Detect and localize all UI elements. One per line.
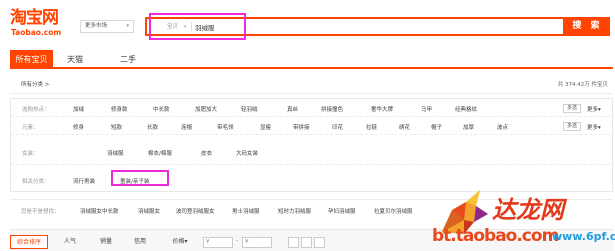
breadcrumb[interactable]: 所有分类 >	[21, 80, 49, 88]
header: 淘宝网 Taobao.com 更多市场 ▾ 宝贝 ▾ 搜 索	[0, 0, 615, 44]
logo-sub: Taobao.com	[11, 28, 62, 37]
filter-option[interactable]: 马甲	[421, 105, 432, 113]
related-search-link[interactable]: 羽绒服女	[138, 207, 160, 215]
sort-sales[interactable]: 销量	[96, 235, 116, 249]
more-button[interactable]: 更多▾	[587, 105, 601, 113]
filter-option[interactable]: 加绒	[73, 105, 84, 113]
filter-option[interactable]: 印花	[332, 123, 343, 131]
sort-popularity[interactable]: 人气	[60, 235, 80, 249]
search-type-label: 宝贝	[167, 24, 179, 30]
filter-option[interactable]: 带拼接	[293, 123, 310, 131]
more-market-dropdown[interactable]: 更多市场 ▾	[80, 20, 134, 33]
price-dash: -	[236, 237, 239, 244]
watermark-brand: 达龙网	[492, 195, 564, 224]
multi-select-button[interactable]: 多选	[563, 122, 582, 131]
price-max-input[interactable]: ¥	[242, 237, 272, 248]
filter-option[interactable]: 短款	[111, 123, 122, 131]
related-label: 您是不是想找：	[21, 209, 60, 215]
filter-option[interactable]: 加肥加大	[195, 105, 217, 113]
search-button[interactable]: 搜 索	[565, 17, 610, 36]
watermark-site: bt.taobao.com	[432, 226, 559, 246]
filter-panel: 选购热点： 加绒 修身款 中长款 加肥加大 轻羽绒 真丝 拼接撞色 奢华大牌 马…	[10, 98, 613, 192]
search-type-select[interactable]: 宝贝 ▾	[167, 22, 187, 32]
result-count: 共 374.42万 件宝贝	[557, 82, 608, 88]
sort-default[interactable]: 综合排序	[10, 235, 48, 249]
filter-option[interactable]: 棉衣/棉服	[148, 149, 172, 157]
filter-option[interactable]: 奢华大牌	[371, 105, 393, 113]
related-search-link[interactable]: 拉夏贝尔羽绒服	[374, 207, 413, 215]
filter-option[interactable]: 长款	[147, 123, 158, 131]
breadcrumb-row: 所有分类 > 共 374.42万 件宝贝	[10, 76, 613, 94]
related-search-link[interactable]: 短时力羽绒服	[278, 207, 311, 215]
filter-option[interactable]: 拼接撞色	[321, 105, 343, 113]
watermark-url: www.6pf.cn	[552, 230, 615, 243]
filter-option[interactable]: 显瘦	[260, 123, 271, 131]
filter-label: 元素：	[22, 125, 39, 131]
search-divider	[191, 22, 192, 31]
filter-row-hot: 选购热点： 加绒 修身款 中长款 加肥加大 轻羽绒 真丝 拼接撞色 奢华大牌 马…	[11, 99, 612, 117]
more-market-label: 更多市场	[85, 23, 108, 29]
filter-label: 相关分类：	[22, 179, 50, 185]
filter-option[interactable]: 绣花	[399, 123, 410, 131]
filter-row-womens: 女装： 羽绒服 棉衣/棉服 皮衣 大码女装	[11, 139, 612, 165]
filter-option[interactable]: 带毛领	[217, 123, 234, 131]
filter-option[interactable]: 真丝	[287, 105, 298, 113]
more-label: 更多	[587, 125, 599, 131]
sort-price[interactable]: 价格▾	[162, 235, 198, 249]
multi-select-button[interactable]: 多选	[563, 104, 582, 113]
filter-option[interactable]: 拉链	[366, 123, 377, 131]
search-input[interactable]	[195, 21, 555, 32]
filter-row-element: 元素： 修身 短款 长款 连帽 带毛领 显瘦 带拼接 印花 拉链 绣花 帽子 加…	[11, 117, 612, 135]
filter-label: 选购热点：	[22, 107, 50, 113]
grid-view-icon[interactable]	[288, 237, 299, 248]
site-watermark: 达龙网 bt.taobao.com www.6pf.cn	[424, 186, 615, 251]
filter-option[interactable]: 加厚	[463, 123, 474, 131]
taobao-logo[interactable]: 淘宝网 Taobao.com	[10, 9, 70, 39]
large-view-icon[interactable]	[314, 237, 325, 248]
related-search-link[interactable]: 羽绒服女中长款	[80, 207, 119, 215]
sort-price-label: 价格	[172, 238, 185, 245]
related-search-link[interactable]: 男士羽绒服	[232, 207, 260, 215]
filter-option[interactable]: 大码女装	[236, 149, 258, 157]
logo-main: 淘宝网	[10, 8, 59, 28]
filter-option[interactable]: 波点	[497, 123, 508, 131]
tab-all-items[interactable]: 所有宝贝	[10, 50, 53, 69]
tab-tmall[interactable]: 天猫	[60, 50, 90, 69]
sort-icon: ▾	[184, 238, 188, 245]
list-view-icon[interactable]	[301, 237, 312, 248]
filter-option-selected[interactable]: 童装/亲子装	[120, 177, 149, 185]
filter-option[interactable]: 轻羽绒	[241, 105, 258, 113]
tab-second-hand[interactable]: 二手	[113, 50, 143, 69]
related-search-link[interactable]: 波司登羽绒服女	[176, 207, 215, 215]
filter-option[interactable]: 连帽	[181, 123, 192, 131]
sort-credit[interactable]: 信用	[130, 235, 150, 249]
filter-option[interactable]: 帽子	[431, 123, 442, 131]
more-label: 更多	[587, 107, 599, 113]
filter-option[interactable]: 中长款	[153, 105, 170, 113]
chevron-down-icon: ▾	[598, 125, 601, 131]
filter-label: 女装：	[22, 151, 39, 157]
price-min-input[interactable]: ¥	[203, 237, 233, 248]
search-box: 宝贝 ▾	[145, 17, 565, 36]
chevron-down-icon: ▾	[126, 23, 129, 29]
filter-option[interactable]: 修身	[73, 123, 84, 131]
chevron-down-icon: ▾	[598, 107, 601, 113]
filter-option[interactable]: 羽绒服	[107, 149, 124, 157]
filter-option[interactable]: 经典格纹	[455, 105, 477, 113]
search-tabs: 所有宝贝 天猫 二手	[10, 50, 613, 69]
filter-option[interactable]: 修身款	[111, 105, 128, 113]
more-button[interactable]: 更多▾	[587, 123, 601, 131]
chevron-down-icon: ▾	[184, 24, 187, 30]
related-search-link[interactable]: 孕妇羽绒服	[328, 207, 356, 215]
filter-option[interactable]: 流行男装	[73, 177, 95, 185]
filter-option[interactable]: 皮衣	[201, 149, 212, 157]
